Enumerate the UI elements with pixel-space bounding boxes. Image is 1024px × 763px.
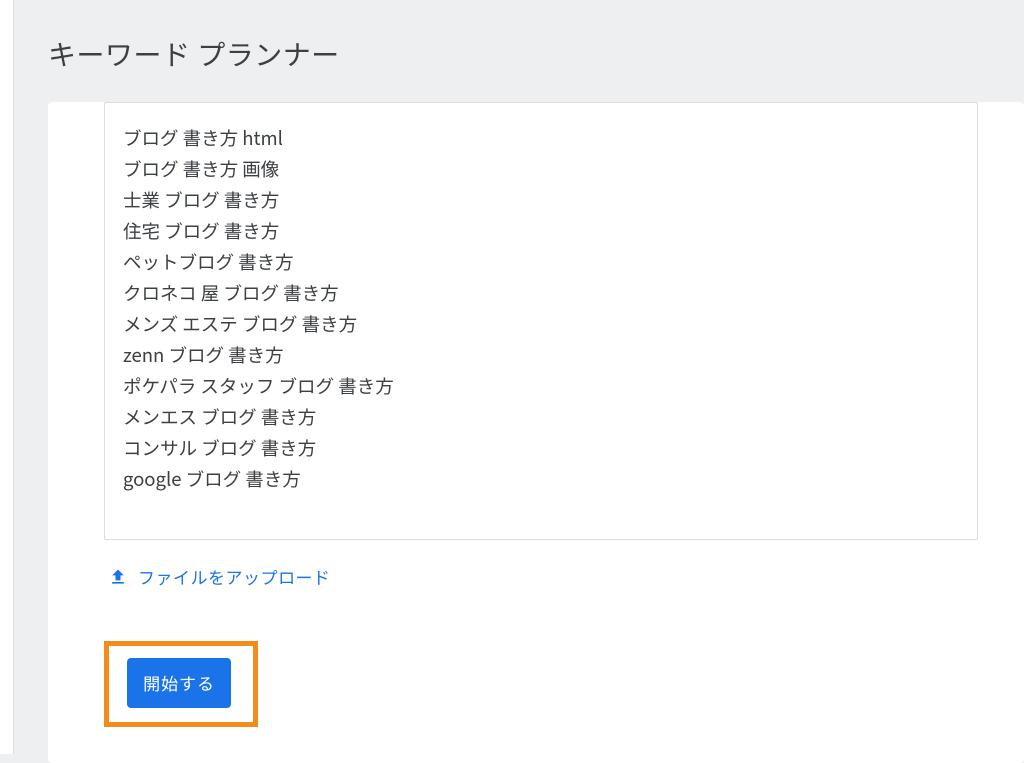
keyword-line-cutoff: ▂ ▂ ▂ ▂ ▂ ▂ ▂ ▂ ▂ ▂ ▂ ▂ ▂ ▂ xyxy=(123,107,959,113)
page-wrapper: キーワード プランナー ▂ ▂ ▂ ▂ ▂ ▂ ▂ ▂ ▂ ▂ ▂ ▂ ▂ ▂ … xyxy=(0,0,1024,754)
left-nav-edge xyxy=(0,0,14,754)
title-row: キーワード プランナー xyxy=(0,0,1024,102)
content-card: ▂ ▂ ▂ ▂ ▂ ▂ ▂ ▂ ▂ ▂ ▂ ▂ ▂ ▂ ブログ 書き方 html… xyxy=(48,102,1024,763)
start-button[interactable]: 開始する xyxy=(127,658,231,708)
keyword-line: ペットブログ 書き方 xyxy=(123,247,959,278)
keyword-line: zenn ブログ 書き方 xyxy=(123,340,959,371)
keyword-line: 士業 ブログ 書き方 xyxy=(123,185,959,216)
highlight-frame: 開始する xyxy=(104,641,258,727)
keyword-line: ポケパラ スタッフ ブログ 書き方 xyxy=(123,371,959,402)
keyword-textarea[interactable]: ▂ ▂ ▂ ▂ ▂ ▂ ▂ ▂ ▂ ▂ ▂ ▂ ▂ ▂ ブログ 書き方 html… xyxy=(104,102,978,540)
upload-icon xyxy=(108,567,128,587)
keyword-line: メンエス ブログ 書き方 xyxy=(123,402,959,433)
page-title: キーワード プランナー xyxy=(48,34,1024,74)
keyword-line: ブログ 書き方 画像 xyxy=(123,154,959,185)
upload-label: ファイルをアップロード xyxy=(138,564,331,589)
keyword-line: 住宅 ブログ 書き方 xyxy=(123,216,959,247)
keyword-line: コンサル ブログ 書き方 xyxy=(123,433,959,464)
keyword-line: google ブログ 書き方 xyxy=(123,464,959,495)
keyword-line: ブログ 書き方 html xyxy=(123,123,959,154)
action-row: 開始する xyxy=(104,641,976,727)
keyword-line: クロネコ 屋 ブログ 書き方 xyxy=(123,278,959,309)
upload-file-link[interactable]: ファイルをアップロード xyxy=(108,564,976,589)
keyword-line: メンズ エステ ブログ 書き方 xyxy=(123,309,959,340)
